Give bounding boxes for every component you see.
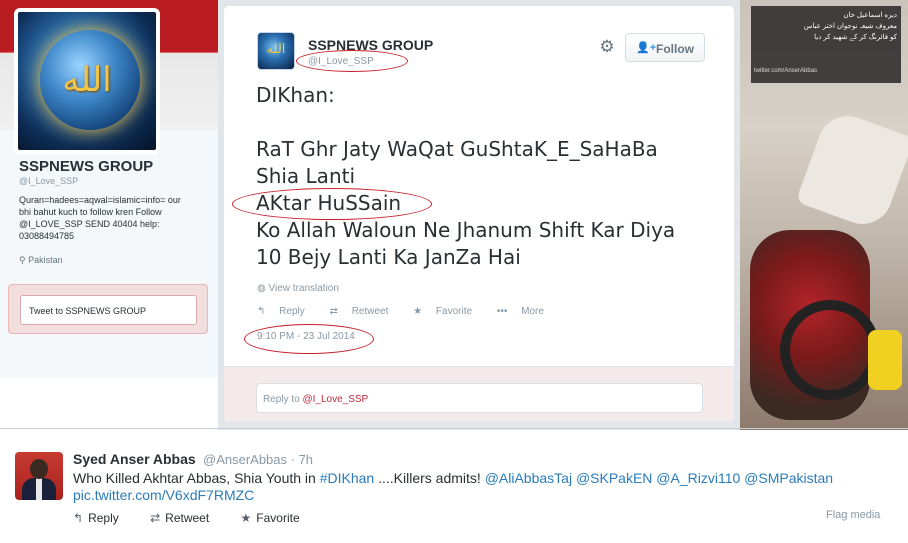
gear-icon[interactable]: ⚙ [598, 38, 616, 56]
reply-input[interactable]: Reply to @I_Love_SSP [256, 383, 703, 413]
mentions-links[interactable]: @AliAbbasTaj @SKPakEN @A_Rizvi110 @SMPak… [485, 470, 833, 486]
reply-action[interactable]: ↰ Reply [73, 511, 133, 525]
pic-link[interactable]: pic.twitter.com/V6xdF7RMZC [73, 487, 254, 503]
favorite-action[interactable]: ★ Favorite [413, 306, 483, 317]
annotation-oval-handle [296, 50, 408, 72]
tweet-line: 10 Bejy Lanti Ka JanZa Hai [256, 245, 521, 269]
bottom-tweet-text: Who Killed Akhtar Abbas, Shia Youth in #… [73, 470, 834, 486]
favorite-action[interactable]: ★ Favorite [241, 511, 314, 525]
tweet-to-box: Tweet to SSPNEWS GROUP [8, 284, 208, 334]
hashtag-link[interactable]: #DIKhan [320, 470, 374, 486]
photo-url-watermark: twitter.com/AnserAbbas [754, 68, 818, 74]
tweet-text: DIKhan: RaT Ghr Jaty WaQat GuShtaK_E_SaH… [256, 82, 726, 271]
dots-icon: ••• [496, 306, 508, 317]
tweet-card: الله SSPNEWS GROUP @I_Love_SSP ⚙ 👤+ Foll… [224, 6, 734, 422]
annotation-oval-timestamp [244, 324, 374, 354]
tweet-line [256, 109, 726, 136]
follow-button[interactable]: 👤+ Follow [625, 33, 705, 62]
profile-bio: Quran=hadees=aqwal=islamic=info= our bhi… [19, 195, 181, 241]
flag-media-link[interactable]: Flag media [826, 509, 880, 521]
tweet-line: Ko Allah Waloun Ne Jhanum Shift Kar Diya [256, 218, 676, 242]
retweet-icon: ⇄ [329, 306, 338, 317]
bottom-tweet-handle-time[interactable]: @AnserAbbas · 7h [203, 452, 313, 467]
tweet-line: Shia Lanti [256, 164, 356, 188]
profile-handle[interactable]: @I_Love_SSP [19, 176, 78, 186]
news-photo[interactable]: ﺩﻳﺮﻩ ﺍﺳﻤﺎﻋﻴﻞ ﺧﺎﻥ ﻣﻌﺮﻭﻑ ﺷﻴﻌﮧ ﻧﻮﺟﻮﺍﻥ ﺍﺧﺘﺮ ﻋ… [740, 0, 908, 430]
tweet-line: DIKhan: [256, 83, 335, 107]
tweet-card-backdrop: الله SSPNEWS GROUP @I_Love_SSP ⚙ 👤+ Foll… [218, 0, 740, 430]
reply-arrow-icon: ↰ [257, 306, 266, 317]
profile-card: الله SSPNEWS GROUP @I_Love_SSP Quran=had… [0, 0, 218, 430]
reply-action[interactable]: ↰ Reply [257, 306, 316, 317]
bottom-tweet-actions: ↰ Reply ⇄ Retweet ★ Favorite [73, 511, 328, 525]
tweet-to-button[interactable]: Tweet to SSPNEWS GROUP [20, 295, 197, 325]
retweet-action[interactable]: ⇄ Retweet [330, 306, 400, 317]
pin-icon: ⚲ [19, 255, 26, 265]
retweet-icon: ⇄ [150, 511, 161, 525]
add-person-icon: 👤+ [636, 42, 657, 54]
reply-area: Reply to @I_Love_SSP [224, 366, 734, 422]
profile-location: ⚲ Pakistan [19, 255, 63, 265]
annotation-oval-name [232, 188, 432, 220]
retweet-action[interactable]: ⇄ Retweet [150, 511, 223, 525]
more-action[interactable]: ••• More [497, 306, 555, 317]
view-translation-link[interactable]: ◍ View translation [257, 283, 339, 294]
tweet-avatar[interactable]: الله [257, 32, 295, 70]
screenshot-composite: الله SSPNEWS GROUP @I_Love_SSP Quran=had… [0, 0, 908, 430]
reply-arrow-icon: ↰ [73, 511, 84, 525]
divider [0, 428, 908, 429]
bottom-tweet-author-name[interactable]: Syed Anser Abbas [73, 451, 196, 467]
star-icon: ★ [240, 511, 252, 525]
profile-name[interactable]: SSPNEWS GROUP [19, 158, 153, 175]
star-icon: ★ [413, 306, 423, 317]
profile-avatar[interactable]: الله [14, 8, 160, 154]
tweet-actions: ↰ Reply ⇄ Retweet ★ Favorite ••• More [257, 306, 566, 317]
globe-icon: ◍ [257, 283, 266, 294]
bottom-tweet-avatar[interactable] [15, 452, 63, 500]
tweet-line: RaT Ghr Jaty WaQat GuShtaK_E_SaHaBa [256, 137, 658, 161]
